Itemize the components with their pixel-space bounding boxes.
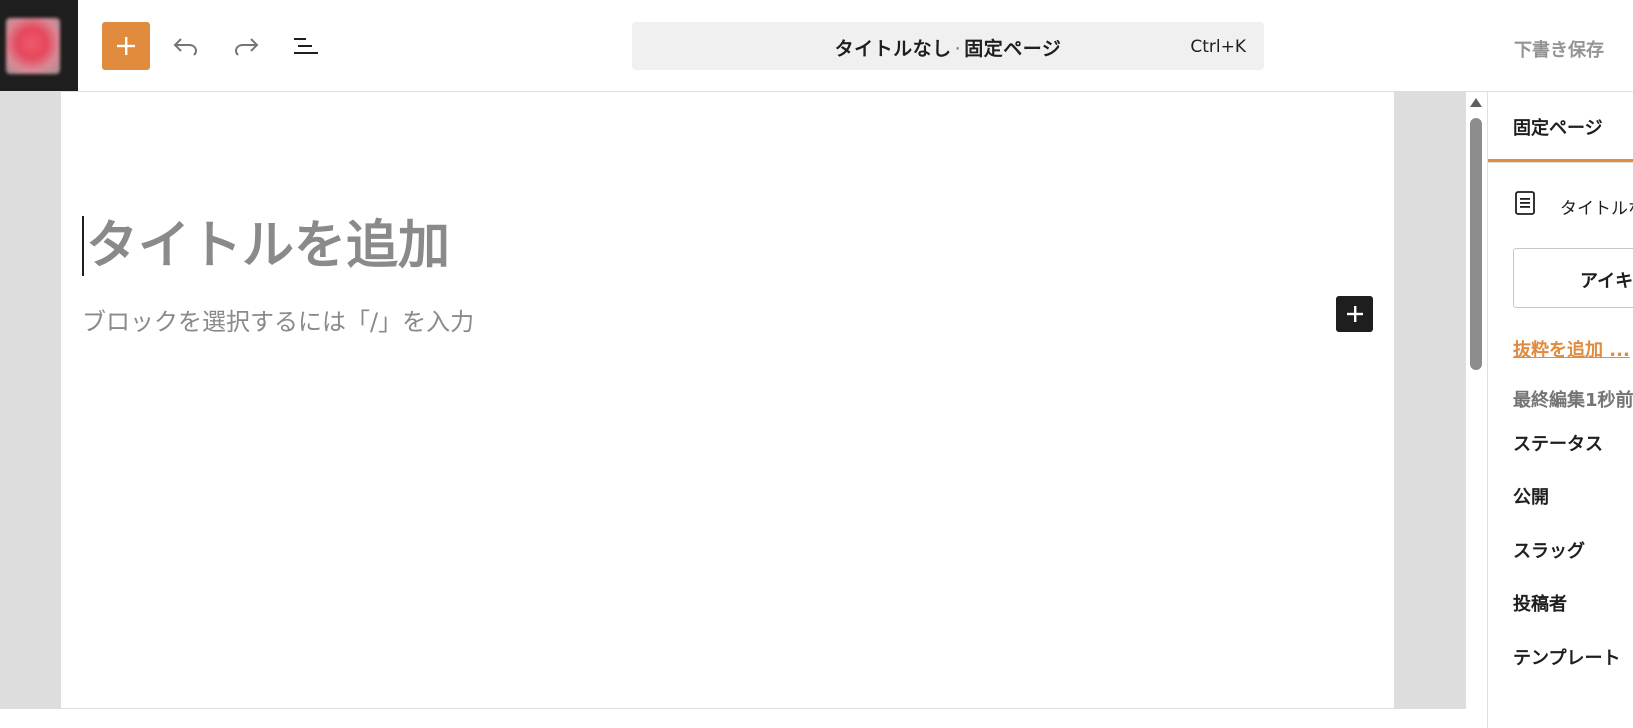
document-title-bar: タイトルなし · 固定ページ xyxy=(632,34,1264,61)
settings-sidebar: 固定ページ タイトルなし アイキャッチ画像を設定 抜粋を追加 ... 最終編集1… xyxy=(1487,92,1633,728)
tab-page[interactable]: 固定ページ xyxy=(1488,92,1633,162)
author-row-label: 投稿者 xyxy=(1513,594,1567,615)
status-row-label: ステータス xyxy=(1513,434,1603,455)
document-title: タイトルなし xyxy=(834,38,952,60)
scroll-up-arrow-icon[interactable] xyxy=(1470,98,1482,107)
redo-icon xyxy=(234,38,259,56)
visibility-row-label: 公開 xyxy=(1513,487,1549,508)
editor-page: タイトルを追加 ブロックを選択するには「/」を入力 xyxy=(61,92,1394,708)
canvas-footer xyxy=(0,708,1466,728)
title-separator: · xyxy=(954,38,962,60)
tab-divider xyxy=(1488,162,1633,163)
keyboard-shortcut-hint: Ctrl+K xyxy=(1190,37,1246,57)
undo-icon xyxy=(173,38,198,56)
last-edited-text: 最終編集1秒前 xyxy=(1513,390,1633,411)
command-palette-bar[interactable]: タイトルなし · 固定ページ Ctrl+K xyxy=(632,22,1264,70)
template-row-label: テンプレート xyxy=(1513,648,1621,669)
page-icon xyxy=(1515,191,1535,215)
text-caret xyxy=(82,216,84,276)
undo-button[interactable] xyxy=(168,28,204,64)
plus-icon xyxy=(1346,306,1363,322)
inline-block-inserter-button[interactable] xyxy=(1336,296,1373,332)
site-logo-image xyxy=(6,18,60,74)
plus-icon xyxy=(117,37,135,55)
list-view-icon xyxy=(294,38,318,54)
document-overview-button[interactable] xyxy=(288,28,324,64)
add-excerpt-link[interactable]: 抜粋を追加 ... xyxy=(1513,336,1630,362)
tab-page-label: 固定ページ xyxy=(1513,118,1603,139)
block-inserter-toggle-button[interactable] xyxy=(102,22,150,70)
set-featured-image-button[interactable]: アイキャッチ画像を設定 xyxy=(1513,248,1633,308)
post-type-label: 固定ページ xyxy=(964,38,1062,60)
site-icon[interactable] xyxy=(0,0,78,91)
save-draft-button[interactable]: 下書き保存 xyxy=(1514,36,1604,62)
canvas-scrollbar[interactable] xyxy=(1466,92,1486,728)
document-title-label: タイトルなし xyxy=(1560,199,1633,219)
redo-button[interactable] xyxy=(228,28,264,64)
scrollbar-thumb[interactable] xyxy=(1470,118,1482,370)
featured-image-label: アイキャッチ画像を設定 xyxy=(1580,271,1633,292)
slug-row-label: スラッグ xyxy=(1513,541,1585,562)
post-title-placeholder: タイトルを追加 xyxy=(86,216,451,276)
editor-canvas: タイトルを追加 ブロックを選択するには「/」を入力 xyxy=(0,92,1466,728)
default-block-appender[interactable]: ブロックを選択するには「/」を入力 xyxy=(82,302,474,337)
editor-header: タイトルなし · 固定ページ Ctrl+K 下書き保存 xyxy=(0,0,1633,92)
